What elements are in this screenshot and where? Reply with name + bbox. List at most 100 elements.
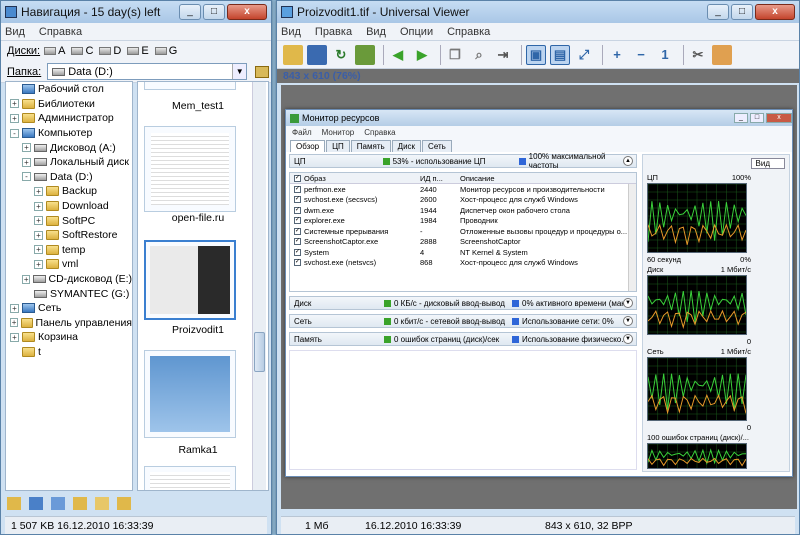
menu-help[interactable]: Справка — [447, 26, 490, 38]
tree-node[interactable]: + Администратор — [6, 111, 132, 126]
zoom-out-icon[interactable]: − — [631, 45, 651, 65]
tree-node[interactable]: + Локальный диск — [6, 155, 132, 170]
computer-icon — [22, 128, 35, 139]
menu-help[interactable]: Справка — [39, 26, 82, 38]
drive-g[interactable]: G — [154, 45, 177, 57]
tree-node[interactable]: + Backup — [6, 184, 132, 199]
rm-tab-cpu: ЦП — [326, 140, 350, 152]
thumbnail-label[interactable]: Ramka1 — [138, 444, 258, 456]
menu-view[interactable]: Вид — [366, 26, 386, 38]
expand-icon[interactable]: + — [10, 99, 19, 109]
drive-a[interactable]: A — [44, 45, 65, 57]
tree-node[interactable]: - Компьютер — [6, 126, 132, 141]
bottom-toolbar — [7, 497, 139, 513]
network-icon[interactable] — [51, 497, 65, 510]
save-icon[interactable] — [307, 44, 327, 65]
tree-node[interactable]: + CD-дисковод (E:) — [6, 272, 132, 287]
tree-node[interactable]: + SoftPC — [6, 213, 132, 228]
thumbnail-label[interactable]: open-file.ru — [138, 212, 258, 224]
expand-icon[interactable]: + — [22, 157, 31, 167]
reload-icon[interactable]: ↻ — [331, 45, 351, 65]
plugins-icon[interactable] — [712, 44, 732, 65]
scrollbar-thumb[interactable] — [254, 332, 265, 372]
forward-arrow-icon[interactable]: ▶ — [412, 45, 432, 65]
menu-file-view[interactable]: Вид — [281, 26, 301, 38]
computer-icon[interactable] — [29, 497, 43, 510]
menu-view[interactable]: Вид — [5, 26, 25, 38]
tree-node[interactable]: + Сеть — [6, 301, 132, 316]
folder-select[interactable]: Data (D:) ▼ — [47, 63, 248, 80]
menu-options[interactable]: Опции — [400, 26, 433, 38]
drive-e[interactable]: E — [127, 45, 149, 57]
find-icon[interactable]: ⌕ — [469, 45, 489, 65]
thumbnail-image[interactable] — [144, 350, 236, 438]
menu-edit[interactable]: Правка — [315, 26, 352, 38]
open-folder-icon[interactable] — [283, 44, 303, 65]
tree-node[interactable]: + temp — [6, 243, 132, 258]
tree-node-label: Локальный диск — [50, 156, 129, 169]
expand-icon: ▼ — [623, 334, 633, 344]
maximize-button[interactable]: □ — [731, 4, 753, 20]
tree-node[interactable]: + Панель управления — [6, 316, 132, 331]
tree-node[interactable]: + Дисковод (A:) — [6, 140, 132, 155]
tree-node[interactable]: + Библиотеки — [6, 97, 132, 112]
rm-view-row: Вид — [643, 155, 789, 171]
tree-node-label: Рабочий стол — [38, 83, 104, 96]
expand-icon[interactable]: + — [22, 143, 31, 153]
expand-icon[interactable]: + — [10, 332, 19, 342]
minimize-button[interactable]: _ — [179, 4, 201, 20]
settings-tools-icon[interactable]: ✂ — [688, 45, 708, 65]
chevron-down-icon[interactable]: ▼ — [232, 64, 247, 79]
thumbnail-scrollbar[interactable] — [252, 82, 266, 490]
thumbnail-image[interactable] — [144, 466, 236, 490]
collapse-icon[interactable]: - — [10, 128, 19, 138]
zoom-in-icon[interactable]: + — [607, 45, 627, 65]
thumbnail-image[interactable] — [144, 82, 236, 90]
drive-c[interactable]: C — [71, 45, 93, 57]
tree-node[interactable]: + Download — [6, 199, 132, 214]
tree-node[interactable]: - Data (D:) — [6, 170, 132, 185]
folder-icon[interactable] — [7, 497, 21, 510]
tree-node[interactable]: t — [6, 345, 132, 360]
tree-node[interactable]: SYMANTEC (G:) — [6, 286, 132, 301]
copy-icon[interactable]: ❐ — [445, 45, 465, 65]
back-arrow-icon[interactable]: ◀ — [388, 45, 408, 65]
fullscreen-icon[interactable]: ⤢ — [574, 45, 594, 65]
expand-icon[interactable]: + — [34, 216, 43, 226]
thumbnail-label[interactable]: Proizvodit1 — [138, 324, 258, 336]
goto-icon[interactable]: ⇥ — [493, 45, 513, 65]
green-legend-icon — [382, 157, 390, 165]
tree-node[interactable]: + SoftRestore — [6, 228, 132, 243]
tree-node[interactable]: + vml — [6, 257, 132, 272]
expand-icon[interactable]: + — [10, 113, 19, 123]
tree-node[interactable]: + Корзина — [6, 330, 132, 345]
expand-icon[interactable]: + — [34, 230, 43, 240]
collapse-icon[interactable]: - — [22, 172, 31, 182]
expand-icon[interactable]: + — [34, 245, 43, 255]
document-icon[interactable] — [95, 497, 109, 510]
folder-icon[interactable] — [117, 497, 131, 510]
delete-icon[interactable] — [355, 44, 375, 65]
thumbnail-image[interactable] — [144, 240, 236, 320]
close-button[interactable]: x — [755, 4, 795, 20]
thumbnail-image[interactable] — [144, 126, 236, 212]
folder-icon[interactable] — [73, 497, 87, 510]
minimize-button[interactable]: _ — [707, 4, 729, 20]
expand-icon[interactable]: + — [10, 318, 19, 328]
expand-icon[interactable]: + — [34, 201, 43, 211]
fit-window-icon[interactable]: ▣ — [526, 44, 546, 65]
drive-d[interactable]: D — [99, 45, 121, 57]
close-button[interactable]: x — [227, 4, 267, 20]
fit-image-icon[interactable]: ▤ — [550, 44, 570, 65]
expand-icon[interactable]: + — [34, 186, 43, 196]
cell-image: ✓ explorer.exe — [290, 216, 420, 225]
thumbnail-label[interactable]: Mem_test1 — [138, 100, 258, 112]
folder-up-icon[interactable] — [255, 65, 270, 78]
rm-titlebar: Монитор ресурсов _ □ x — [286, 110, 792, 126]
actual-size-icon[interactable]: 1 — [655, 45, 675, 65]
expand-icon[interactable]: + — [34, 259, 43, 269]
tree-node[interactable]: Рабочий стол — [6, 82, 132, 97]
expand-icon[interactable]: + — [22, 274, 31, 284]
expand-icon[interactable]: + — [10, 303, 19, 313]
maximize-button[interactable]: □ — [203, 4, 225, 20]
